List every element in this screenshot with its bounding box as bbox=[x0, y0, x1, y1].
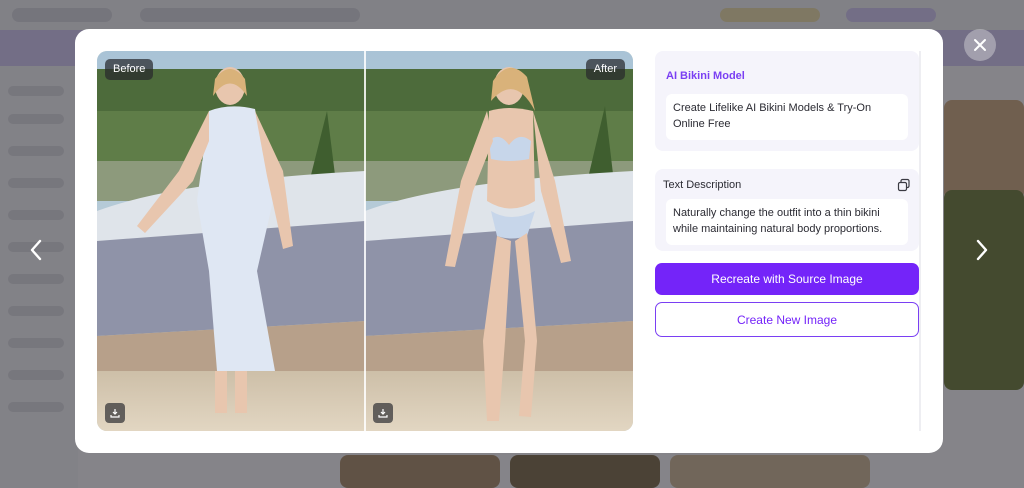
text-description-body: Naturally change the outfit into a thin … bbox=[666, 199, 908, 245]
download-button-after[interactable] bbox=[373, 403, 393, 423]
download-icon bbox=[110, 409, 120, 418]
preview-modal: Before After AI Bikini Model Create Life… bbox=[75, 29, 943, 453]
panel-scrollbar[interactable] bbox=[919, 51, 921, 431]
model-card: AI Bikini Model Create Lifelike AI Bikin… bbox=[655, 51, 919, 151]
model-title: AI Bikini Model bbox=[666, 70, 745, 82]
chevron-right-icon[interactable] bbox=[970, 236, 994, 264]
before-image: Before bbox=[97, 51, 365, 431]
recreate-button[interactable]: Recreate with Source Image bbox=[655, 263, 919, 295]
details-panel: AI Bikini Model Create Lifelike AI Bikin… bbox=[655, 51, 921, 431]
after-image: After bbox=[365, 51, 633, 431]
after-tag: After bbox=[585, 59, 625, 80]
create-new-image-button[interactable]: Create New Image bbox=[655, 302, 919, 337]
close-icon bbox=[974, 39, 986, 51]
download-button-before[interactable] bbox=[105, 403, 125, 423]
copy-icon[interactable] bbox=[897, 178, 911, 192]
chevron-left-icon[interactable] bbox=[24, 236, 48, 264]
model-description: Create Lifelike AI Bikini Models & Try-O… bbox=[666, 94, 908, 140]
text-description-title: Text Description bbox=[663, 179, 742, 191]
comparison-divider bbox=[364, 51, 366, 431]
comparison-viewer: Before After bbox=[97, 51, 633, 431]
close-button[interactable] bbox=[964, 29, 996, 61]
download-icon bbox=[378, 409, 388, 418]
before-tag: Before bbox=[105, 59, 154, 80]
text-description-card: Text Description Naturally change the ou… bbox=[655, 169, 919, 251]
